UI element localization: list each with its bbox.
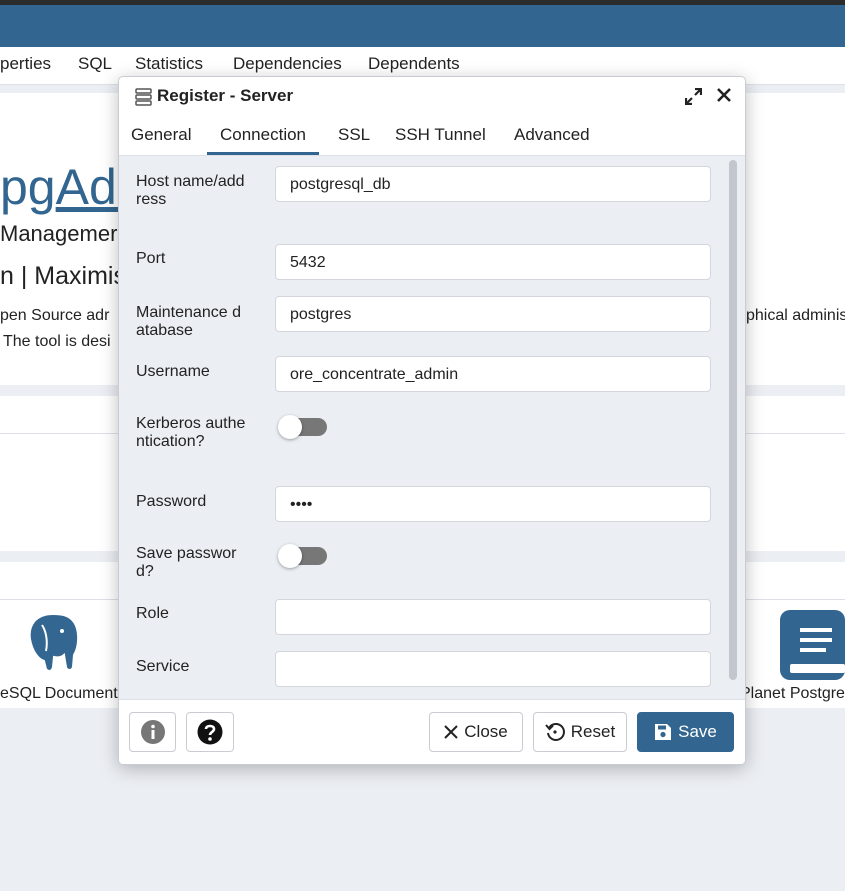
password-label: Password: [136, 493, 207, 510]
tab-general[interactable]: General: [131, 125, 191, 152]
reset-icon: [545, 722, 565, 742]
scrollbar-thumb[interactable]: [729, 160, 737, 680]
port-label: Port: [136, 250, 166, 267]
kerberos-label: Kerberos authentication?: [136, 415, 246, 450]
service-label: Service: [136, 658, 190, 675]
bg-app-title: pgAdr: [0, 159, 134, 215]
port-input[interactable]: 5432: [275, 244, 711, 280]
register-server-dialog: Register - Server General Connection SSL…: [118, 76, 746, 765]
tab-ssl[interactable]: SSL: [338, 125, 370, 152]
app-header-bar: [0, 5, 845, 47]
bg-description: pen Source adr: [0, 307, 110, 324]
kerberos-toggle[interactable]: [278, 415, 327, 439]
save-button[interactable]: Save: [637, 712, 734, 752]
book-icon[interactable]: [780, 610, 845, 682]
role-input[interactable]: [275, 599, 711, 635]
bg-description-line2: The tool is desi: [3, 333, 111, 350]
dialog-header[interactable]: Register - Server: [119, 77, 745, 115]
host-input[interactable]: postgresql_db: [275, 166, 711, 202]
role-label: Role: [136, 605, 169, 622]
bg-description-right: phical adminis: [746, 307, 845, 324]
bg-tab-dependencies[interactable]: Dependencies: [233, 54, 342, 74]
bg-subtitle: Managemer: [0, 221, 118, 246]
x-icon: [444, 725, 458, 739]
help-button[interactable]: [186, 712, 234, 752]
dialog-tabs: General Connection SSL SSH Tunnel Advanc…: [119, 115, 745, 156]
expand-icon[interactable]: [685, 88, 702, 105]
bg-subtitle-2: n | Maximis: [0, 262, 126, 290]
bg-link-docs[interactable]: eSQL Document: [0, 685, 118, 703]
postgresql-elephant-icon[interactable]: [24, 611, 82, 673]
bg-tab-dependents[interactable]: Dependents: [368, 54, 460, 74]
toggle-knob: [278, 415, 302, 439]
close-button-label: Close: [464, 722, 508, 741]
reset-button[interactable]: Reset: [533, 712, 627, 752]
save-password-toggle[interactable]: [278, 544, 327, 568]
maintenance-db-label: Maintenance database: [136, 304, 241, 339]
close-button[interactable]: Close: [429, 712, 523, 752]
dialog-footer: Close Reset Save: [119, 699, 745, 764]
server-icon: [135, 88, 152, 106]
bg-link-planet[interactable]: Planet Postgre: [740, 685, 845, 703]
help-icon: [197, 719, 223, 745]
save-button-label: Save: [678, 722, 717, 741]
info-icon: [140, 719, 166, 745]
bg-tab-properties[interactable]: perties: [0, 54, 51, 74]
host-label: Host name/address: [136, 173, 245, 208]
bg-tab-sql[interactable]: SQL: [78, 54, 112, 74]
info-button[interactable]: [129, 712, 176, 752]
maintenance-db-input[interactable]: postgres: [275, 296, 711, 332]
reset-button-label: Reset: [570, 722, 616, 741]
connection-form: Host name/address postgresql_db Port 543…: [119, 156, 745, 699]
tab-ssh-tunnel[interactable]: SSH Tunnel: [395, 125, 486, 152]
bg-tab-statistics[interactable]: Statistics: [135, 54, 203, 74]
floppy-disk-icon: [654, 723, 672, 741]
tab-advanced[interactable]: Advanced: [514, 125, 590, 152]
toggle-knob: [278, 544, 302, 568]
username-label: Username: [136, 363, 210, 380]
form-scrollbar[interactable]: [728, 160, 738, 680]
tab-connection[interactable]: Connection: [207, 125, 320, 155]
save-password-label: Save password?: [136, 545, 237, 580]
service-input[interactable]: [275, 651, 711, 687]
dialog-title: Register - Server: [157, 86, 294, 105]
password-input[interactable]: ••••: [275, 486, 711, 522]
username-input[interactable]: ore_concentrate_admin: [275, 356, 711, 392]
close-icon[interactable]: [717, 88, 731, 102]
